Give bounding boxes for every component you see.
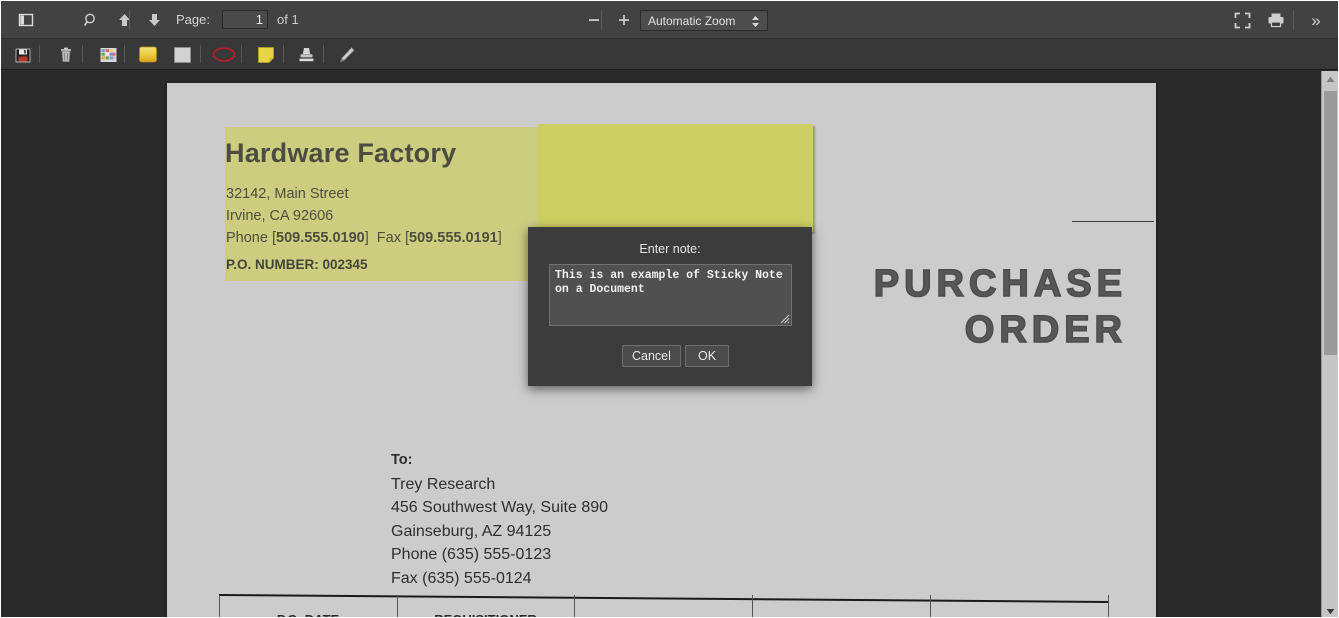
recipient-phone: Phone (635) 555-0123 bbox=[391, 546, 552, 563]
purchase-order-title: PURCHASE ORDER bbox=[873, 262, 1127, 352]
highlight-tool-button[interactable] bbox=[135, 43, 161, 66]
sticky-note-icon bbox=[258, 46, 274, 63]
toolbar-separator bbox=[601, 10, 602, 30]
page-count-label: of 1 bbox=[277, 12, 299, 27]
fullscreen-icon bbox=[1234, 12, 1250, 28]
zoom-in-button[interactable] bbox=[609, 5, 639, 35]
address-line-1: 32142, Main Street bbox=[226, 186, 349, 202]
plus-icon bbox=[619, 15, 629, 25]
phone-prefix: Phone [ bbox=[226, 230, 276, 246]
page-rule-line bbox=[1072, 221, 1154, 222]
order-details-table: P.O. DATE REQUISITIONER bbox=[219, 594, 1109, 617]
find-button[interactable] bbox=[76, 5, 106, 35]
recipient-fax: Fax (635) 555-0124 bbox=[391, 569, 532, 587]
fax-prefix: Fax [ bbox=[376, 230, 410, 246]
table-divider bbox=[930, 595, 931, 617]
scrollbar-thumb[interactable] bbox=[1324, 91, 1337, 355]
arrow-down-icon bbox=[148, 14, 160, 26]
annotation-toolbar bbox=[1, 39, 1338, 70]
zoom-level-select[interactable]: Automatic Zoom bbox=[640, 10, 768, 31]
toolbar-separator bbox=[124, 45, 125, 63]
table-header-cell: P.O. DATE bbox=[219, 612, 397, 617]
palette-icon bbox=[100, 47, 116, 62]
table-top-border bbox=[219, 594, 1109, 603]
toolbar-separator bbox=[39, 45, 40, 63]
toolbar-separator bbox=[129, 10, 130, 30]
toolbar-separator bbox=[323, 45, 324, 63]
caret-up-icon bbox=[1326, 76, 1334, 82]
caret-down-icon bbox=[1326, 608, 1334, 614]
save-annotation-button[interactable] bbox=[10, 43, 36, 66]
recipient-city: Gainseburg, AZ 94125 bbox=[391, 522, 552, 540]
secondary-toolbar-toggle[interactable]: » bbox=[1301, 5, 1331, 35]
save-icon bbox=[15, 48, 31, 62]
page-number-input[interactable] bbox=[222, 10, 268, 29]
to-label: To: bbox=[391, 452, 413, 468]
zoom-out-button[interactable] bbox=[579, 5, 609, 35]
square-icon bbox=[173, 46, 191, 63]
po-number: P.O. NUMBER: 002345 bbox=[226, 257, 368, 272]
print-icon bbox=[1268, 13, 1284, 28]
cancel-button[interactable]: Cancel bbox=[622, 345, 681, 367]
search-icon bbox=[83, 13, 95, 26]
print-button[interactable] bbox=[1261, 5, 1291, 35]
stamp-tool-button[interactable] bbox=[293, 43, 319, 66]
dialog-title: Enter note: bbox=[639, 242, 701, 256]
stamp-icon bbox=[299, 48, 313, 62]
company-name: Hardware Factory bbox=[225, 138, 457, 168]
chevron-updown-icon bbox=[751, 15, 760, 28]
trash-icon bbox=[61, 47, 71, 62]
address-line-2: Irvine, CA 92606 bbox=[226, 208, 334, 224]
table-divider bbox=[1108, 595, 1109, 617]
recipient-street: 456 Southwest Way, Suite 890 bbox=[391, 499, 609, 516]
ok-button[interactable]: OK bbox=[685, 345, 730, 367]
toolbar-separator bbox=[283, 45, 284, 63]
company-address: 32142, Main Street Irvine, CA 92606 Phon… bbox=[226, 183, 502, 249]
note-textarea[interactable] bbox=[549, 264, 792, 326]
contact-line: Phone [509.555.0190] Fax [509.555.0191] bbox=[226, 227, 502, 249]
zoom-level-value: Automatic Zoom bbox=[648, 14, 736, 28]
table-divider bbox=[574, 595, 575, 617]
scroll-down-button[interactable] bbox=[1322, 603, 1338, 617]
color-palette-button[interactable] bbox=[95, 43, 121, 66]
sidebar-icon bbox=[18, 13, 34, 27]
previous-page-button[interactable] bbox=[109, 5, 139, 35]
toolbar-separator bbox=[1293, 10, 1294, 30]
pdf-viewer-window: Page: of 1 Automatic Zoom bbox=[0, 0, 1339, 618]
sidebar-toggle-button[interactable] bbox=[11, 5, 41, 35]
sticky-note-annotation[interactable] bbox=[538, 124, 813, 232]
ellipse-icon bbox=[212, 47, 236, 62]
presentation-mode-button[interactable] bbox=[1227, 5, 1257, 35]
delete-annotation-button[interactable] bbox=[53, 43, 79, 66]
sticky-note-tool-button[interactable] bbox=[253, 43, 279, 66]
recipient-address-block: To: Trey Research 456 Southwest Way, Sui… bbox=[391, 449, 608, 590]
fax-suffix: ] bbox=[497, 230, 502, 246]
freehand-tool-button[interactable] bbox=[334, 43, 360, 66]
toolbar-separator bbox=[241, 45, 242, 63]
double-chevron-right-icon: » bbox=[1311, 10, 1321, 30]
pencil-icon bbox=[339, 46, 355, 62]
phone-value: 509.555.0190 bbox=[276, 230, 365, 246]
scroll-up-button[interactable] bbox=[1322, 71, 1338, 87]
fax-value: 509.555.0191 bbox=[409, 230, 498, 246]
highlight-icon bbox=[139, 46, 157, 63]
vertical-scrollbar[interactable] bbox=[1321, 71, 1338, 617]
square-tool-button[interactable] bbox=[169, 43, 195, 66]
phone-suffix: ] bbox=[364, 230, 369, 246]
toolbar-separator bbox=[82, 45, 83, 63]
minus-icon bbox=[589, 19, 599, 21]
recipient-name: Trey Research bbox=[391, 475, 496, 493]
toolbar-separator bbox=[200, 45, 201, 63]
next-page-button[interactable] bbox=[139, 5, 169, 35]
enter-note-dialog: Enter note: Cancel OK bbox=[528, 227, 812, 386]
main-toolbar: Page: of 1 Automatic Zoom bbox=[1, 1, 1338, 39]
table-divider bbox=[752, 595, 753, 617]
page-number-label: Page: bbox=[176, 12, 210, 27]
ellipse-tool-button[interactable] bbox=[211, 43, 237, 66]
table-header-cell: REQUISITIONER bbox=[397, 612, 574, 617]
